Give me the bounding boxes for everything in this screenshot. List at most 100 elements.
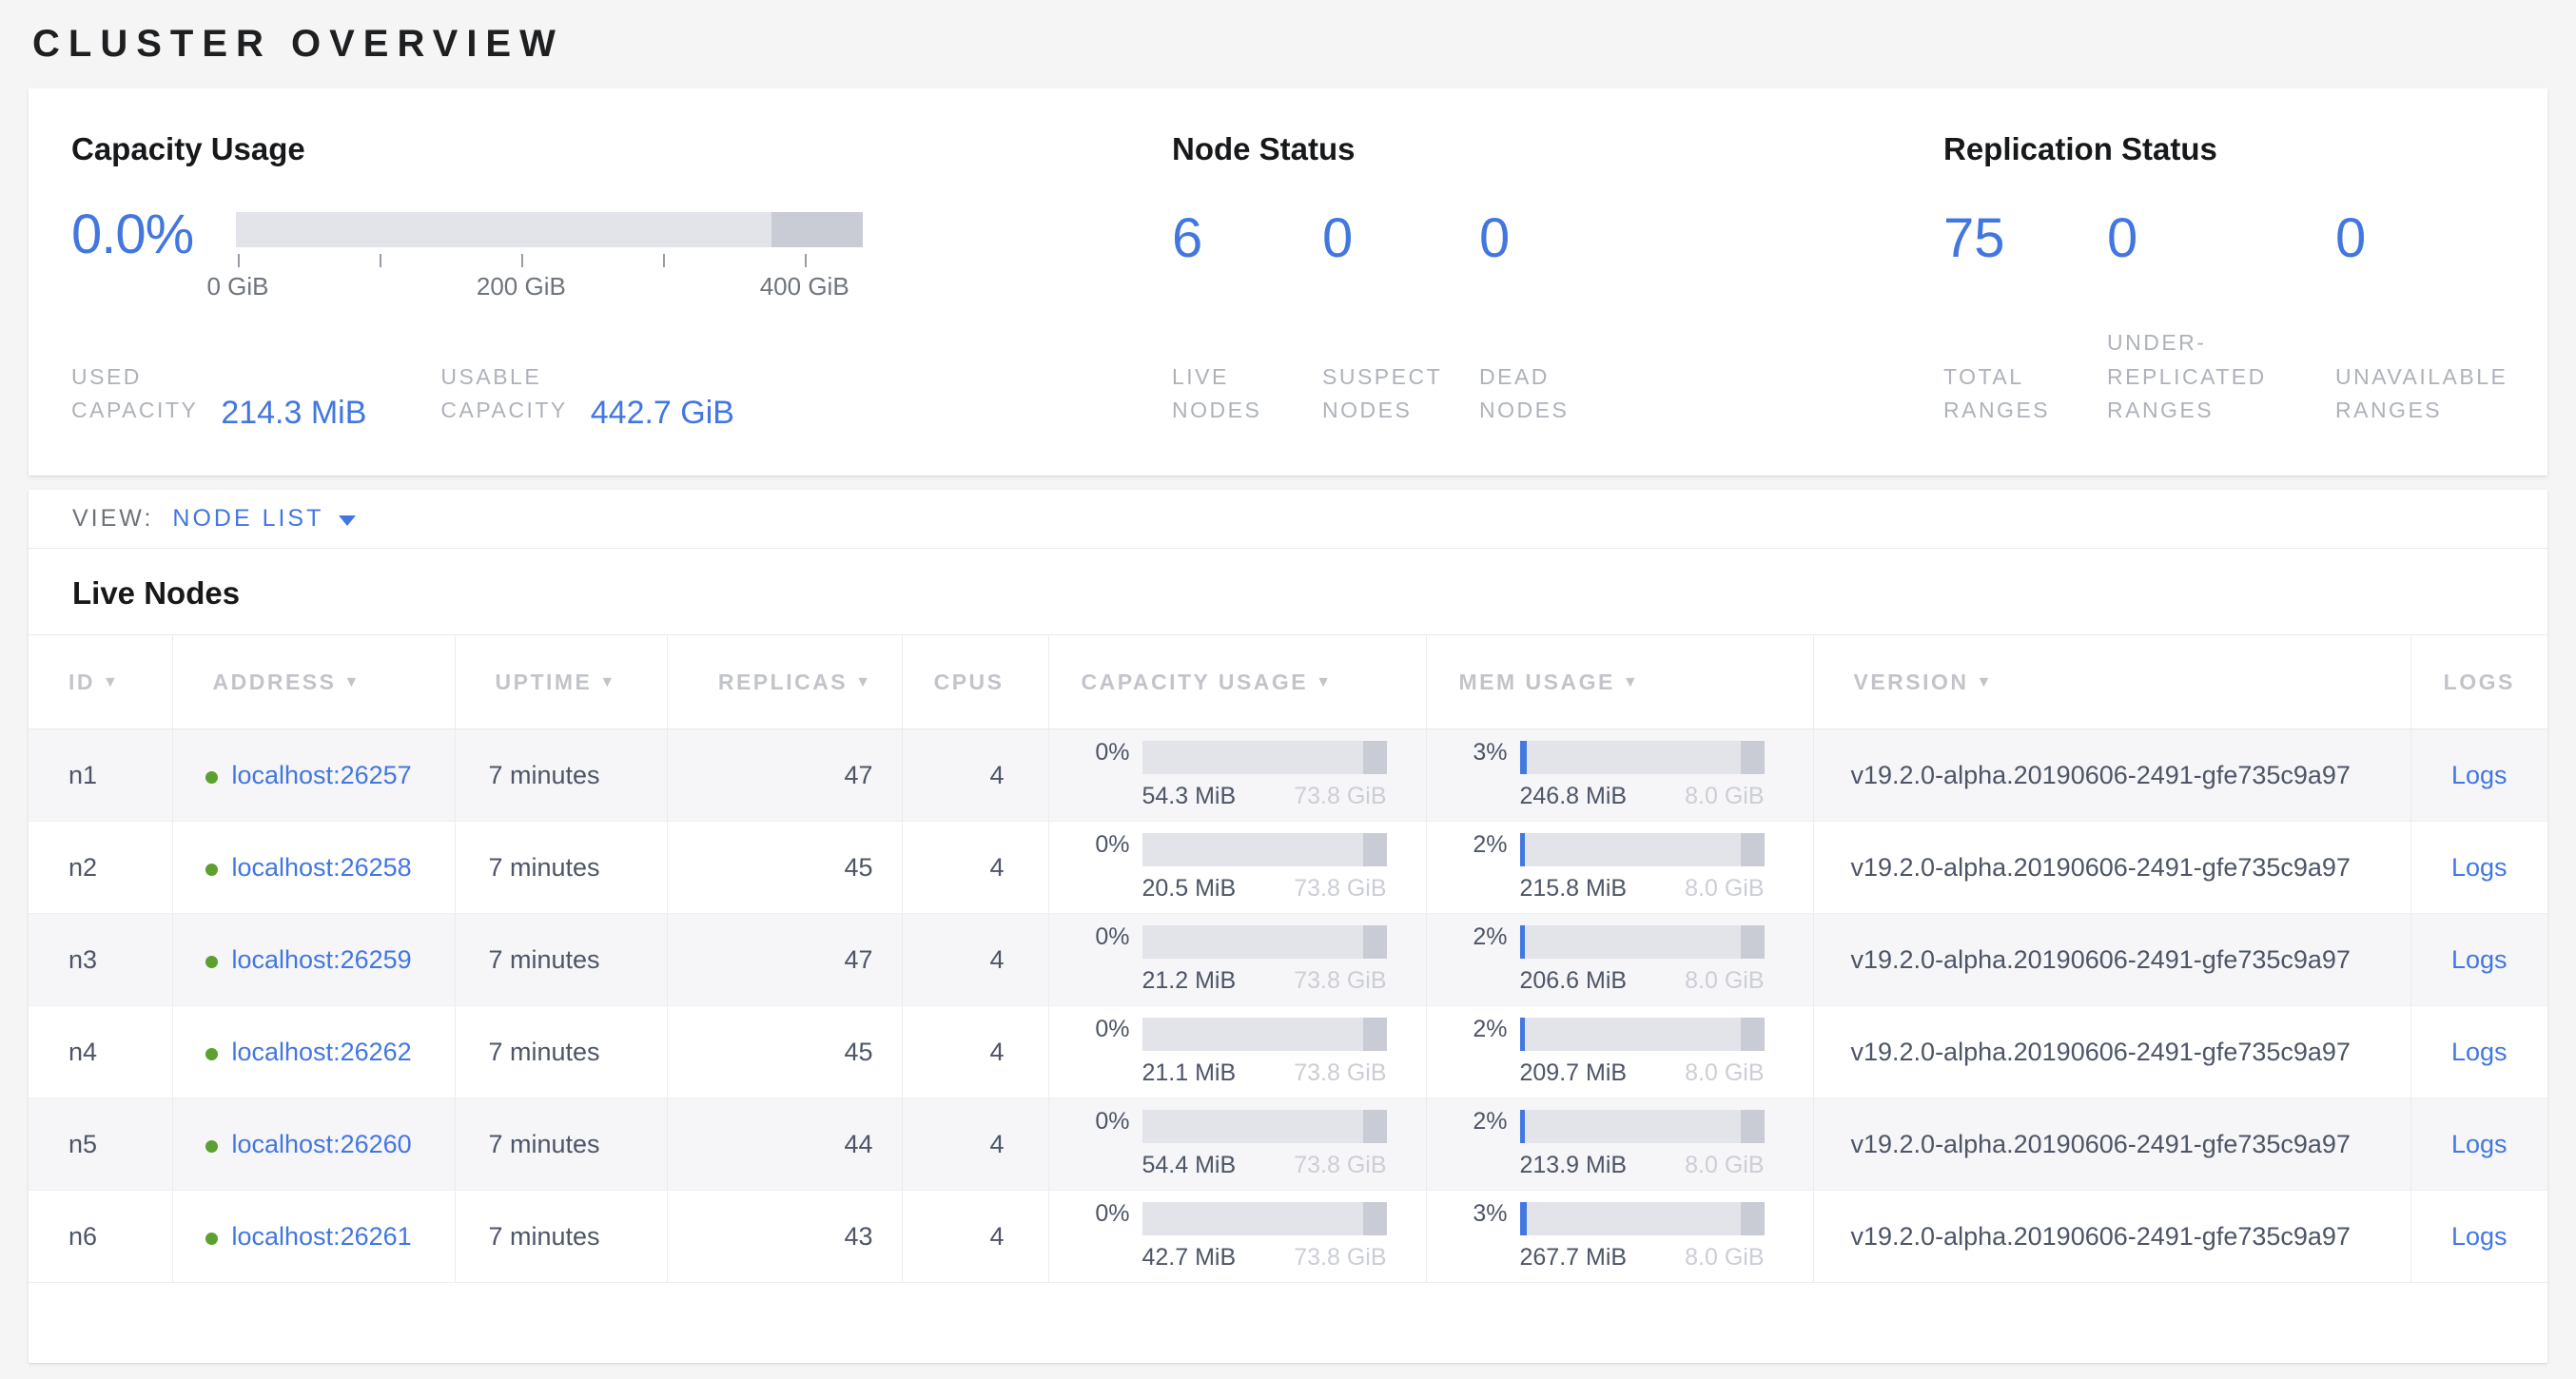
capacity-percent: 0.0% bbox=[71, 203, 236, 266]
capacity-axis-tick bbox=[521, 254, 523, 267]
column-header-logs: LOGS bbox=[2410, 635, 2547, 729]
node-version-cell: v19.2.0-alpha.20190606-2491-gfe735c9a97 bbox=[1813, 1006, 2410, 1098]
node-cpus-cell: 4 bbox=[902, 1098, 1048, 1191]
node-address-link[interactable]: localhost:26261 bbox=[232, 1222, 412, 1251]
view-label: VIEW: bbox=[72, 505, 153, 533]
capacity-used-value: 20.5 MiB bbox=[1142, 875, 1237, 903]
capacity-max-value: 73.8 GiB bbox=[1294, 1152, 1386, 1179]
capacity-stat-label: USED CAPACITY bbox=[71, 360, 198, 428]
column-header-version[interactable]: VERSION▼ bbox=[1813, 635, 2410, 729]
mem-usage-bar-reserved bbox=[1741, 925, 1764, 959]
node-address-cell: localhost:26260 bbox=[172, 1098, 455, 1191]
node-row-n5: n5localhost:262607 minutes4440%54.4 MiB7… bbox=[29, 1098, 2547, 1191]
column-header-id[interactable]: ID▼ bbox=[29, 635, 172, 729]
column-header-address[interactable]: ADDRESS▼ bbox=[172, 635, 455, 729]
capacity-usage-widget: 0% 54.3 MiB 73.8 GiB bbox=[1050, 741, 1425, 810]
mem-usage-bar-fill bbox=[1520, 741, 1528, 774]
node-row-n4: n4localhost:262627 minutes4540%21.1 MiB7… bbox=[29, 1006, 2547, 1098]
node-row-n1: n1localhost:262577 minutes4740%54.3 MiB7… bbox=[29, 729, 2547, 822]
replication-status-panel: Replication Status 7500 TOTAL RANGESUNDE… bbox=[1943, 130, 2547, 428]
live-nodes-heading: Live Nodes bbox=[29, 549, 2547, 634]
capacity-usage-bar-track bbox=[1142, 741, 1387, 774]
capacity-usage-percent: 0% bbox=[1083, 1200, 1130, 1228]
node-address-link[interactable]: localhost:26260 bbox=[232, 1130, 412, 1158]
capacity-axis-labels: 0 GiB200 GiB400 GiB bbox=[236, 272, 863, 299]
mem-used-value: 246.8 MiB bbox=[1520, 783, 1628, 810]
node-version-cell: v19.2.0-alpha.20190606-2491-gfe735c9a97 bbox=[1813, 729, 2410, 822]
capacity-used-value: 54.3 MiB bbox=[1142, 783, 1237, 810]
column-header-uptime[interactable]: UPTIME▼ bbox=[455, 635, 667, 729]
capacity-used-value: 42.7 MiB bbox=[1142, 1244, 1237, 1272]
node-id-cell: n2 bbox=[29, 822, 172, 914]
capacity-bar-chart: 0 GiB200 GiB400 GiB bbox=[236, 212, 863, 299]
node-logs-link[interactable]: Logs bbox=[2451, 853, 2508, 882]
capacity-stats: USED CAPACITY214.3 MiB USABLE CAPACITY442… bbox=[71, 360, 1172, 428]
column-header-label: LOGS bbox=[2444, 670, 2515, 694]
node-capacity-usage-cell: 0%54.4 MiB73.8 GiB bbox=[1048, 1098, 1426, 1191]
capacity-usage-bar-track bbox=[1142, 925, 1387, 959]
mem-usage-bar-track bbox=[1520, 1018, 1765, 1051]
node-live-status-icon bbox=[205, 1233, 218, 1245]
mem-used-value: 206.6 MiB bbox=[1520, 967, 1628, 995]
mem-max-value: 8.0 GiB bbox=[1685, 1152, 1764, 1179]
node-capacity-usage-cell: 0%21.2 MiB73.8 GiB bbox=[1048, 914, 1426, 1006]
column-header-replicas[interactable]: REPLICAS▼ bbox=[667, 635, 902, 729]
node-id-cell: n5 bbox=[29, 1098, 172, 1191]
cluster-overview-page: CLUSTER OVERVIEW Capacity Usage 0.0% 0 G… bbox=[0, 0, 2576, 1363]
node-logs-cell: Logs bbox=[2410, 729, 2547, 822]
node-address-link[interactable]: localhost:26257 bbox=[232, 761, 412, 789]
capacity-stat: USED CAPACITY214.3 MiB bbox=[71, 360, 366, 428]
node-capacity-usage-cell: 0%20.5 MiB73.8 GiB bbox=[1048, 822, 1426, 914]
mem-max-value: 8.0 GiB bbox=[1685, 875, 1764, 903]
capacity-usage-bar-track bbox=[1142, 1018, 1387, 1051]
node-capacity-usage-cell: 0%21.1 MiB73.8 GiB bbox=[1048, 1006, 1426, 1098]
node-uptime-cell: 7 minutes bbox=[455, 1006, 667, 1098]
node-capacity-usage-cell: 0% 54.3 MiB 73.8 GiB bbox=[1048, 729, 1426, 822]
replication-status-title: Replication Status bbox=[1943, 130, 2547, 168]
node-cpus-cell: 4 bbox=[902, 1191, 1048, 1283]
mem-max-value: 8.0 GiB bbox=[1685, 967, 1764, 995]
node-row-n3: n3localhost:262597 minutes4740%21.2 MiB7… bbox=[29, 914, 2547, 1006]
node-address-link[interactable]: localhost:26258 bbox=[232, 853, 412, 882]
capacity-usage-percent: 0% bbox=[1083, 739, 1130, 767]
capacity-usage-widget: 0%21.2 MiB73.8 GiB bbox=[1050, 925, 1425, 995]
mem-usage-percent: 3% bbox=[1460, 1200, 1508, 1228]
capacity-stat: USABLE CAPACITY442.7 GiB bbox=[440, 360, 734, 428]
replication-status-values: 7500 bbox=[1943, 206, 2547, 270]
node-logs-link[interactable]: Logs bbox=[2451, 761, 2508, 789]
node-logs-link[interactable]: Logs bbox=[2451, 1038, 2508, 1066]
capacity-usage-widget: 0%20.5 MiB73.8 GiB bbox=[1050, 833, 1425, 903]
node-status-panel: Node Status 600 LIVE NODESSUSPECT NODESD… bbox=[1172, 130, 1943, 428]
capacity-usage-bar-reserved bbox=[1363, 1202, 1386, 1235]
mem-usage-widget: 2%209.7 MiB8.0 GiB bbox=[1428, 1018, 1812, 1087]
node-status-labels: LIVE NODESSUSPECT NODESDEAD NODES bbox=[1172, 360, 1943, 428]
mem-usage-bar-track bbox=[1520, 925, 1765, 959]
mem-usage-widget: 3%267.7 MiB8.0 GiB bbox=[1428, 1202, 1812, 1272]
capacity-stat-label: USABLE CAPACITY bbox=[440, 360, 567, 428]
mem-usage-bar-fill bbox=[1520, 925, 1525, 959]
capacity-used-value: 54.4 MiB bbox=[1142, 1152, 1237, 1179]
node-mem-usage-cell: 2%213.9 MiB8.0 GiB bbox=[1426, 1098, 1813, 1191]
mem-usage-bar-reserved bbox=[1741, 1202, 1764, 1235]
column-header-capacity-usage[interactable]: CAPACITY USAGE▼ bbox=[1048, 635, 1426, 729]
node-logs-link[interactable]: Logs bbox=[2451, 945, 2508, 974]
column-header-mem-usage[interactable]: MEM USAGE▼ bbox=[1426, 635, 1813, 729]
node-capacity-usage-cell: 0%42.7 MiB73.8 GiB bbox=[1048, 1191, 1426, 1283]
mem-usage-bar-reserved bbox=[1741, 833, 1764, 866]
mem-max-value: 8.0 GiB bbox=[1685, 783, 1764, 810]
node-status-stat-value: 0 bbox=[1322, 206, 1479, 270]
node-address-link[interactable]: localhost:26262 bbox=[232, 1038, 412, 1066]
view-selector-dropdown[interactable]: NODE LIST bbox=[172, 505, 356, 533]
node-logs-link[interactable]: Logs bbox=[2451, 1222, 2508, 1251]
capacity-stat-value: 214.3 MiB bbox=[221, 395, 366, 432]
capacity-usage-bar-reserved bbox=[1363, 1110, 1386, 1143]
node-address-link[interactable]: localhost:26259 bbox=[232, 945, 412, 974]
mem-usage-widget: 2%215.8 MiB8.0 GiB bbox=[1428, 833, 1812, 903]
mem-usage-percent: 2% bbox=[1460, 1108, 1508, 1136]
capacity-max-value: 73.8 GiB bbox=[1294, 783, 1386, 810]
cluster-summary-card: Capacity Usage 0.0% 0 GiB200 GiB400 GiB … bbox=[29, 88, 2547, 476]
mem-max-value: 8.0 GiB bbox=[1685, 1244, 1764, 1272]
node-logs-link[interactable]: Logs bbox=[2451, 1130, 2508, 1158]
mem-max-value: 8.0 GiB bbox=[1685, 1059, 1764, 1087]
node-mem-usage-cell: 3%246.8 MiB8.0 GiB bbox=[1426, 729, 1813, 822]
